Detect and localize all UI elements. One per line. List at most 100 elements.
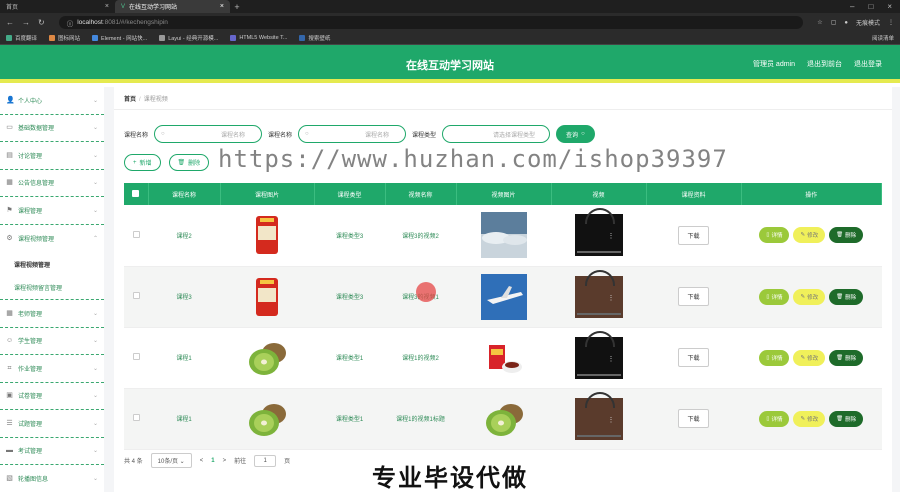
sidebar-subitem-video[interactable]: 课程视频管理 <box>0 252 104 276</box>
video-progress[interactable] <box>576 312 621 315</box>
course-type-select[interactable]: 请选择课程类型 <box>442 125 551 143</box>
query-button[interactable]: 查询 ○ <box>556 125 595 143</box>
delete-button[interactable]: 🗑 删除 <box>829 227 864 244</box>
row-checkbox[interactable] <box>132 353 140 360</box>
table-header-row: 课程名称 课程图片 课程类型 视频名称 视频图片 视频 课程资料 操作 <box>124 183 882 205</box>
airplane-image <box>480 273 527 320</box>
minimize-icon[interactable]: – <box>850 2 854 11</box>
delete-button[interactable]: 🗑 删除 <box>829 288 864 305</box>
more-icon[interactable]: ⋮ <box>608 355 615 363</box>
column-header: 课程资料 <box>646 183 742 205</box>
profile-avatar[interactable]: ● <box>844 20 848 26</box>
star-icon[interactable]: ☆ <box>817 19 822 26</box>
browser-tab-1[interactable]: 首页 × <box>0 0 115 13</box>
logout-link[interactable]: 退出登录 <box>854 59 882 69</box>
chevron-down-icon: ⌄ <box>92 338 98 345</box>
course-type-cell: 课程类型3 <box>314 266 385 328</box>
column-header: 视频 <box>551 183 647 205</box>
video-progress[interactable] <box>576 373 621 376</box>
extension-icon[interactable]: ▢ <box>831 19 837 26</box>
more-icon[interactable]: ⋮ <box>608 232 615 240</box>
sidebar-item-student[interactable]: ☺ 学生管理 ⌄ <box>0 328 104 355</box>
sidebar-item-course[interactable]: ⚑ 课程管理 ⌄ <box>0 197 104 225</box>
sidebar-item-basic-data[interactable]: ▭ 基础数据管理 ⌄ <box>0 115 104 142</box>
pencil-icon: ✎ <box>800 232 806 239</box>
back-icon[interactable]: ← <box>6 18 14 27</box>
detail-button[interactable]: ▯ 详情 <box>759 349 790 366</box>
select-all-cell[interactable] <box>124 183 149 205</box>
edit-button[interactable]: ✎ 修改 <box>793 349 826 366</box>
detail-button[interactable]: ▯ 详情 <box>759 227 790 244</box>
breadcrumb-home[interactable]: 首页 <box>124 97 136 103</box>
course-name-label: 课程名称 <box>124 132 149 139</box>
add-button[interactable]: + 新增 <box>124 154 161 171</box>
download-button[interactable]: 下载 <box>678 348 709 367</box>
detail-button[interactable]: ▯ 详情 <box>759 288 790 305</box>
breadcrumb: 首页 / 课程视频 <box>124 97 168 103</box>
forward-icon[interactable]: → <box>22 18 30 27</box>
batch-delete-button[interactable]: 🗑 删除 <box>168 154 210 171</box>
edit-button[interactable]: ✎ 修改 <box>793 227 826 244</box>
monitor-icon: ▬ <box>6 447 13 455</box>
maximize-icon[interactable]: □ <box>868 2 873 11</box>
bookmark-icon <box>159 35 166 41</box>
video-progress[interactable] <box>576 251 621 254</box>
detail-button[interactable]: ▯ 详情 <box>759 410 790 427</box>
edit-button[interactable]: ✎ 修改 <box>793 288 826 305</box>
reload-icon[interactable]: ↻ <box>38 18 45 27</box>
back-to-front-link[interactable]: 退出到前台 <box>807 59 842 69</box>
bookmark-item[interactable]: 图标网站 <box>49 34 80 42</box>
browser-tab-2[interactable]: V 在线互动学习网站 × <box>115 0 230 13</box>
row-checkbox[interactable] <box>132 230 140 238</box>
menu-icon[interactable]: ⋮ <box>888 19 894 26</box>
sidebar-item-questions[interactable]: ☰ 试题管理 ⌄ <box>0 410 104 438</box>
sidebar-item-course-video[interactable]: ⚙ 课程视频管理 ⌃ <box>0 225 104 253</box>
new-tab-button[interactable]: + <box>230 2 244 12</box>
more-icon[interactable]: ⋮ <box>608 294 615 302</box>
reading-list[interactable]: 阅读清单 <box>872 34 894 42</box>
course-name-cell: 课程2 <box>148 205 220 267</box>
url-field[interactable]: ⓘ localhost:8081/#/kechengshipin <box>58 16 804 29</box>
doc-icon: ▯ <box>766 415 770 422</box>
bookmark-item[interactable]: Layui - 经典开源模... <box>159 34 218 42</box>
close-icon[interactable]: × <box>220 3 224 10</box>
delete-button[interactable]: 🗑 删除 <box>829 349 864 366</box>
video-player[interactable]: ⋮ <box>574 330 623 379</box>
delete-button[interactable]: 🗑 删除 <box>829 410 864 427</box>
gear-icon: ⚙ <box>6 234 13 242</box>
row-checkbox[interactable] <box>132 414 140 421</box>
video-player[interactable]: ⋮ <box>574 208 623 257</box>
close-icon[interactable]: × <box>105 3 109 10</box>
sidebar-item-exam-paper[interactable]: ▣ 试卷管理 ⌄ <box>0 383 104 410</box>
download-button[interactable]: 下载 <box>678 225 709 245</box>
download-button[interactable]: 下载 <box>678 287 709 306</box>
video-player[interactable]: ⋮ <box>574 391 623 440</box>
sidebar-subitem-video-comment[interactable]: 课程视频留言管理 <box>0 276 104 300</box>
sidebar-item-notice[interactable]: ▦ 公告信息管理 ⌄ <box>0 170 104 197</box>
download-button[interactable]: 下载 <box>678 409 709 428</box>
more-icon[interactable]: ⋮ <box>608 416 615 424</box>
select-all-checkbox[interactable] <box>132 189 140 197</box>
sidebar-item-homework[interactable]: ⌗ 作业管理 ⌄ <box>0 355 104 383</box>
video-progress[interactable] <box>576 434 621 437</box>
column-header: 视频名称 <box>385 183 457 205</box>
trash-icon: 🗑 <box>836 354 844 361</box>
trash-icon: 🗑 <box>177 160 186 166</box>
sidebar-item-discussion[interactable]: ▤ 讨论管理 ⌄ <box>0 142 104 170</box>
video-name-input[interactable]: ○ 课程名称 <box>298 125 407 143</box>
course-name-input[interactable]: ○ 课程名称 <box>154 125 263 143</box>
course-name-cell: 课程1 <box>148 388 220 450</box>
sidebar-item-teacher[interactable]: ▦ 老师管理 ⌄ <box>0 300 104 328</box>
browser-tab-strip: 首页 × V 在线互动学习网站 × + – □ × <box>0 0 900 13</box>
bookmark-item[interactable]: 搜索壁纸 <box>299 34 330 42</box>
close-window-icon[interactable]: × <box>887 2 892 11</box>
sidebar-item-personal[interactable]: 👤 个人中心 ⌄ <box>0 87 104 115</box>
row-checkbox[interactable] <box>132 292 140 299</box>
bookmark-item[interactable]: HTML5 Website T... <box>230 35 287 41</box>
bookmark-item[interactable]: 百度翻译 <box>6 34 37 42</box>
search-icon: ○ <box>581 131 585 137</box>
course-name-cell: 课程1 <box>148 327 220 389</box>
edit-button[interactable]: ✎ 修改 <box>793 410 826 427</box>
video-player[interactable]: ⋮ <box>574 269 623 318</box>
bookmark-item[interactable]: Element - 网站快... <box>92 34 147 42</box>
